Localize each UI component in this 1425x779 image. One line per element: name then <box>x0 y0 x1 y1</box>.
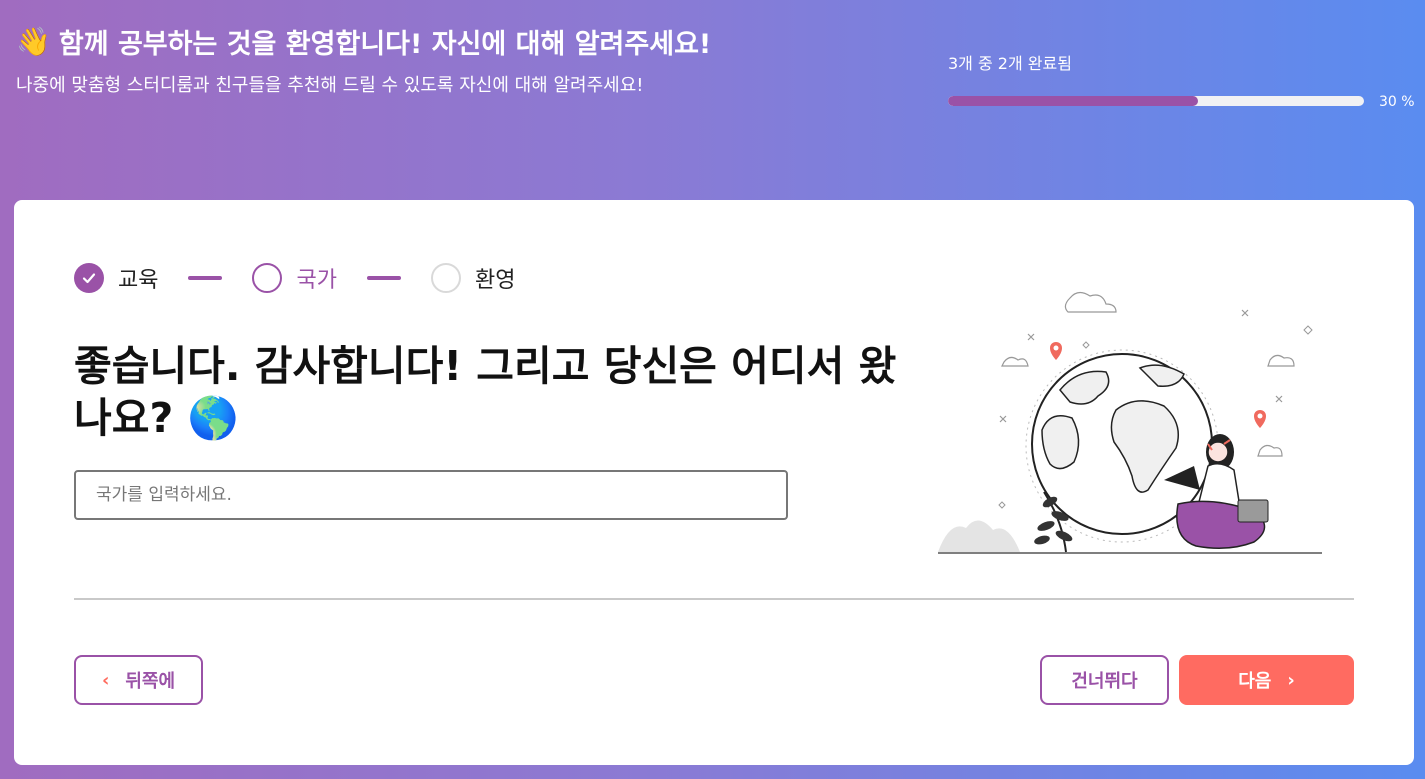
step-active-circle-icon <box>252 263 283 293</box>
chevron-left-icon: ‹ <box>101 669 110 691</box>
onboarding-card: 교육 국가 환영 좋습니다. 감사합니다! 그리고 당신은 어디서 왔나요? 🌎 <box>14 200 1414 765</box>
page-title-text: 함께 공부하는 것을 환영합니다! 자신에 대해 알려주세요! <box>58 29 712 60</box>
check-icon <box>74 263 104 293</box>
progress-label: 3개 중 2개 완료됨 <box>948 54 1072 73</box>
back-button-label: 뒤쪽에 <box>125 671 176 692</box>
stepper: 교육 국가 환영 <box>74 262 515 294</box>
step-connector <box>366 276 401 280</box>
page-title: 👋 함께 공부하는 것을 환영합니다! 자신에 대해 알려주세요! <box>16 22 711 61</box>
skip-button[interactable]: 건너뛰다 <box>1040 655 1169 705</box>
divider <box>74 598 1354 600</box>
next-button[interactable]: 다음 › <box>1179 655 1354 705</box>
globe-illustration <box>938 291 1322 554</box>
waving-hand-icon: 👋 <box>16 25 51 58</box>
back-button[interactable]: ‹ 뒤쪽에 <box>74 655 203 705</box>
step-education: 교육 <box>74 262 158 294</box>
progress-percent: 30 % <box>1379 94 1415 110</box>
chevron-right-icon: › <box>1287 669 1295 691</box>
step-label: 환영 <box>474 268 516 293</box>
progress-bar-fill <box>948 96 1198 106</box>
step-country: 국가 <box>252 262 337 294</box>
globe-icon: 🌎 <box>187 394 239 442</box>
skip-button-label: 건너뛰다 <box>1071 671 1138 692</box>
progress-bar <box>948 96 1364 106</box>
step-empty-circle-icon <box>430 263 461 293</box>
country-input[interactable] <box>74 470 788 520</box>
next-button-label: 다음 <box>1238 671 1272 692</box>
step-label: 국가 <box>296 268 337 293</box>
step-connector <box>188 276 223 280</box>
step-label: 교육 <box>118 268 159 293</box>
question-heading: 좋습니다. 감사합니다! 그리고 당신은 어디서 왔나요? 🌎 <box>74 340 934 444</box>
page-subtitle: 나중에 맞춤형 스터디룸과 친구들을 추천해 드릴 수 있도록 자신에 대해 알… <box>16 75 644 96</box>
step-welcome: 환영 <box>430 262 516 294</box>
